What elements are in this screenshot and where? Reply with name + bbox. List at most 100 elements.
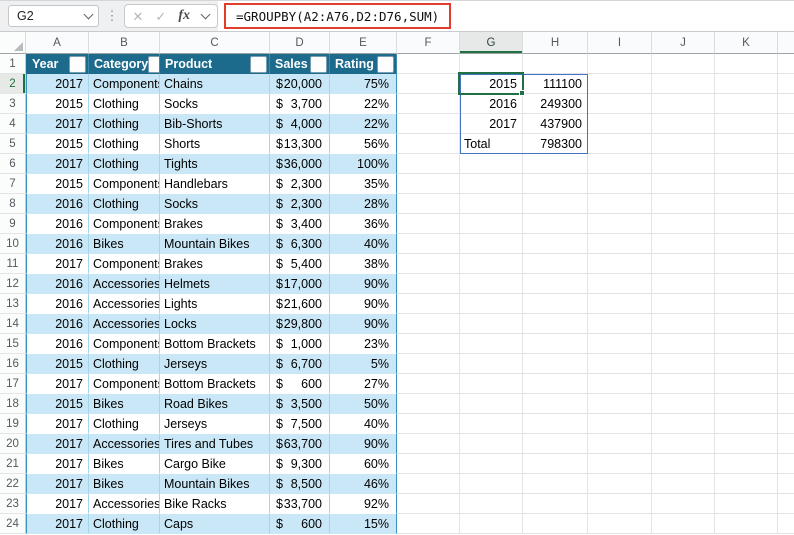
empty-cell[interactable] bbox=[588, 494, 652, 514]
cell-category[interactable]: Clothing bbox=[89, 154, 160, 174]
cell-rating[interactable]: 15% bbox=[330, 514, 397, 534]
empty-cell[interactable] bbox=[715, 354, 778, 374]
more-options-icon[interactable]: ⋮ bbox=[106, 8, 119, 24]
cell-sales[interactable]: $9,300 bbox=[270, 454, 330, 474]
cell-rating[interactable]: 90% bbox=[330, 274, 397, 294]
empty-cell[interactable] bbox=[652, 254, 715, 274]
spill-cell-group[interactable]: 2017 bbox=[460, 114, 523, 134]
cell-year[interactable]: 2015 bbox=[26, 134, 89, 154]
cell-rating[interactable]: 36% bbox=[330, 214, 397, 234]
empty-cell[interactable] bbox=[397, 74, 460, 94]
row-header-19[interactable]: 19 bbox=[0, 414, 26, 434]
empty-cell[interactable] bbox=[778, 394, 794, 414]
cell-year[interactable]: 2017 bbox=[26, 494, 89, 514]
empty-cell[interactable] bbox=[715, 194, 778, 214]
spill-cell-group[interactable]: 2015 bbox=[460, 74, 523, 94]
enter-icon[interactable]: ✓ bbox=[155, 10, 166, 23]
filter-button[interactable]: ▼ bbox=[69, 56, 86, 73]
cell-rating[interactable]: 28% bbox=[330, 194, 397, 214]
empty-cell[interactable] bbox=[588, 154, 652, 174]
row-header-18[interactable]: 18 bbox=[0, 394, 26, 414]
cell-category[interactable]: Bikes bbox=[89, 454, 160, 474]
empty-cell[interactable] bbox=[523, 294, 588, 314]
cell-product[interactable]: Socks bbox=[160, 194, 270, 214]
empty-cell[interactable] bbox=[523, 334, 588, 354]
empty-cell[interactable] bbox=[460, 394, 523, 414]
cell-sales[interactable]: $20,000 bbox=[270, 74, 330, 94]
cell-rating[interactable]: 60% bbox=[330, 454, 397, 474]
row-header-5[interactable]: 5 bbox=[0, 134, 26, 154]
empty-cell[interactable] bbox=[652, 454, 715, 474]
empty-cell[interactable] bbox=[588, 314, 652, 334]
empty-cell[interactable] bbox=[778, 134, 794, 154]
empty-cell[interactable] bbox=[715, 314, 778, 334]
empty-cell[interactable] bbox=[588, 94, 652, 114]
cell-sales[interactable]: $2,300 bbox=[270, 174, 330, 194]
table-header-D[interactable]: Sales▼ bbox=[270, 54, 330, 74]
row-header-4[interactable]: 4 bbox=[0, 114, 26, 134]
cell-rating[interactable]: 56% bbox=[330, 134, 397, 154]
filter-button[interactable]: ▼ bbox=[250, 56, 267, 73]
empty-cell[interactable] bbox=[588, 234, 652, 254]
cell-product[interactable]: Locks bbox=[160, 314, 270, 334]
empty-cell[interactable] bbox=[397, 54, 460, 74]
empty-cell[interactable] bbox=[460, 334, 523, 354]
name-box[interactable]: G2 bbox=[8, 5, 99, 27]
cell-year[interactable]: 2017 bbox=[26, 254, 89, 274]
formula-input[interactable]: =GROUPBY(A2:A76,D2:D76,SUM) bbox=[218, 1, 794, 31]
cell-product[interactable]: Caps bbox=[160, 514, 270, 534]
spill-cell-group[interactable]: 2016 bbox=[460, 94, 523, 114]
cell-rating[interactable]: 50% bbox=[330, 394, 397, 414]
empty-cell[interactable] bbox=[778, 174, 794, 194]
cell-category[interactable]: Accessories bbox=[89, 494, 160, 514]
empty-cell[interactable] bbox=[652, 334, 715, 354]
empty-cell[interactable] bbox=[652, 414, 715, 434]
table-header-C[interactable]: Product▼ bbox=[160, 54, 270, 74]
empty-cell[interactable] bbox=[397, 494, 460, 514]
cell-rating[interactable]: 100% bbox=[330, 154, 397, 174]
row-header-12[interactable]: 12 bbox=[0, 274, 26, 294]
chevron-down-icon[interactable] bbox=[83, 10, 93, 20]
cell-rating[interactable]: 22% bbox=[330, 94, 397, 114]
cell-product[interactable]: Chains bbox=[160, 74, 270, 94]
cell-product[interactable]: Jerseys bbox=[160, 414, 270, 434]
cell-sales[interactable]: $17,000 bbox=[270, 274, 330, 294]
cell-rating[interactable]: 5% bbox=[330, 354, 397, 374]
cell-product[interactable]: Shorts bbox=[160, 134, 270, 154]
row-header-24[interactable]: 24 bbox=[0, 514, 26, 534]
empty-cell[interactable] bbox=[397, 334, 460, 354]
cell-rating[interactable]: 23% bbox=[330, 334, 397, 354]
cell-year[interactable]: 2015 bbox=[26, 174, 89, 194]
empty-cell[interactable] bbox=[715, 294, 778, 314]
empty-cell[interactable] bbox=[715, 114, 778, 134]
cell-rating[interactable]: 90% bbox=[330, 314, 397, 334]
empty-cell[interactable] bbox=[778, 454, 794, 474]
cell-product[interactable]: Brakes bbox=[160, 254, 270, 274]
row-header-1[interactable]: 1 bbox=[0, 54, 26, 74]
cell-category[interactable]: Clothing bbox=[89, 414, 160, 434]
spill-cell-value[interactable]: 798300 bbox=[523, 134, 588, 154]
cell-year[interactable]: 2015 bbox=[26, 394, 89, 414]
fill-handle[interactable] bbox=[519, 90, 525, 96]
empty-cell[interactable] bbox=[652, 514, 715, 534]
table-header-B[interactable]: Category▼ bbox=[89, 54, 160, 74]
cancel-icon[interactable]: ✕ bbox=[133, 10, 144, 23]
cell-rating[interactable]: 22% bbox=[330, 114, 397, 134]
row-header-10[interactable]: 10 bbox=[0, 234, 26, 254]
empty-cell[interactable] bbox=[715, 454, 778, 474]
cell-sales[interactable]: $3,500 bbox=[270, 394, 330, 414]
empty-cell[interactable] bbox=[397, 354, 460, 374]
empty-cell[interactable] bbox=[652, 434, 715, 454]
row-header-15[interactable]: 15 bbox=[0, 334, 26, 354]
empty-cell[interactable] bbox=[397, 194, 460, 214]
chevron-down-icon[interactable] bbox=[201, 10, 211, 20]
cell-year[interactable]: 2015 bbox=[26, 354, 89, 374]
row-header-23[interactable]: 23 bbox=[0, 494, 26, 514]
cell-year[interactable]: 2017 bbox=[26, 414, 89, 434]
empty-cell[interactable] bbox=[652, 354, 715, 374]
empty-cell[interactable] bbox=[523, 254, 588, 274]
empty-cell[interactable] bbox=[523, 434, 588, 454]
spill-cell-group[interactable]: Total bbox=[460, 134, 523, 154]
empty-cell[interactable] bbox=[397, 174, 460, 194]
empty-cell[interactable] bbox=[588, 274, 652, 294]
